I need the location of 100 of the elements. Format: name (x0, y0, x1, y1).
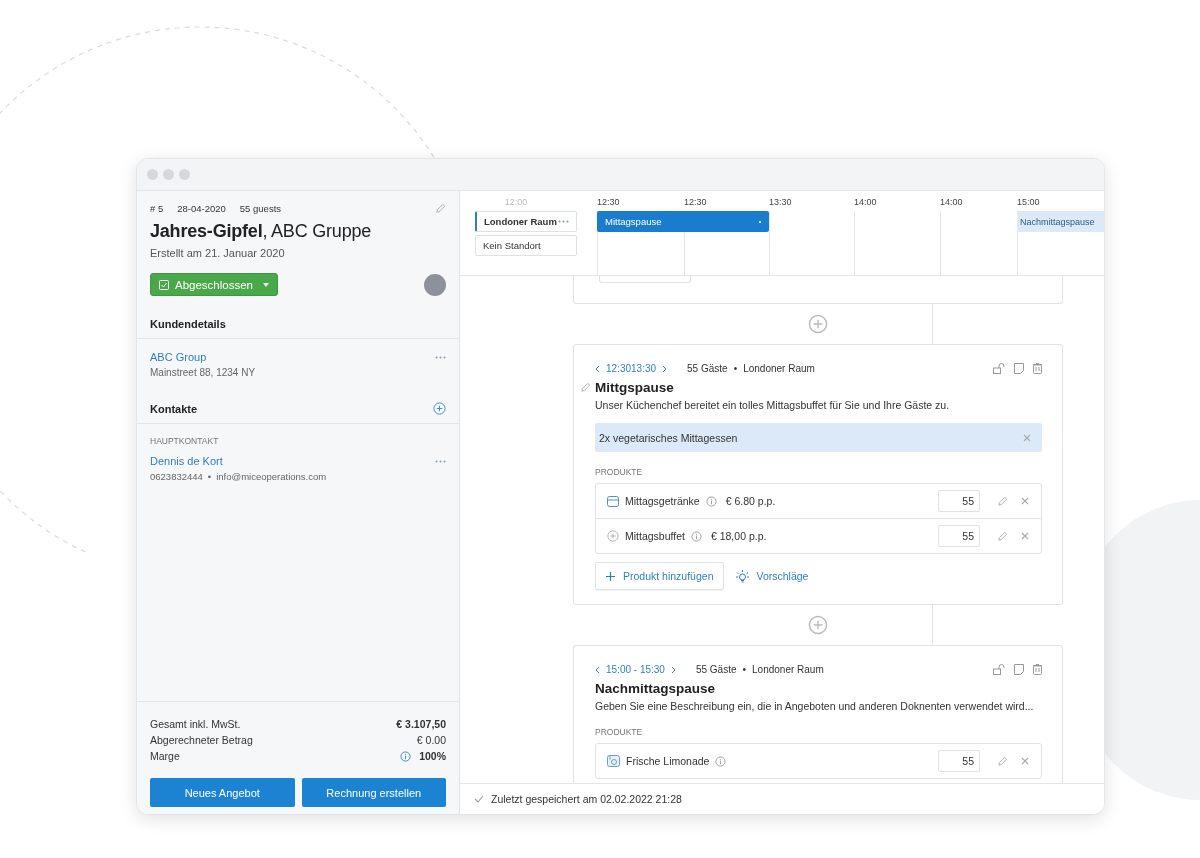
chevron-left-icon[interactable] (595, 665, 600, 674)
offer-title: Jahres-Gipfel, ABC Gruppe (150, 221, 373, 242)
status-dropdown[interactable]: Abgeschlossen (150, 273, 278, 296)
total-label: Gesamt inkl. MwSt. (150, 717, 241, 732)
info-icon[interactable] (715, 755, 727, 767)
time-label: 12:30 (597, 196, 621, 209)
event-description: Geben Sie eine Beschreibung ein, die in Angeboten und anderen Doknenten verwendet wird... (595, 700, 1035, 712)
pencil-icon[interactable] (580, 382, 591, 393)
time-label: 13:30 (769, 196, 793, 209)
info-icon[interactable] (400, 750, 412, 762)
more-options-icon[interactable] (435, 459, 446, 463)
action-button[interactable]: Rechnung erstellen (301, 778, 446, 807)
plus-circle-icon[interactable] (607, 530, 619, 542)
trash-icon[interactable] (1033, 363, 1042, 374)
room-item[interactable]: Kein Standort (475, 235, 577, 256)
guest-count: 55 guests (239, 203, 282, 214)
save-status: Zuletzt gespeichert am 02.02.2022 21:28 (491, 793, 682, 805)
room-item[interactable]: Londoner Raum (475, 211, 577, 232)
product-name: Mittagsgetränke (625, 495, 700, 507)
guest-count: 55 Gäste (695, 664, 737, 675)
close-icon[interactable] (1021, 757, 1029, 765)
plus-icon (606, 571, 615, 581)
product-price: € 18,00 p.p. (710, 530, 767, 542)
event-title: Nachmittagspause (595, 681, 716, 696)
total-label: Abgerechneter Betrag (150, 733, 253, 748)
avatar[interactable] (424, 273, 446, 296)
more-options-icon[interactable] (558, 220, 569, 223)
action-button[interactable]: Neues Angebot (150, 778, 295, 807)
lightbulb-icon (736, 569, 750, 583)
product-price: € 6.80 p.p. (725, 495, 776, 507)
note-text: 2x vegetarisches Mittagessen (599, 431, 738, 444)
separator-dot: • (733, 363, 738, 374)
offer-date: 28-04-2020 (177, 203, 226, 214)
time-label: 14:00 (854, 196, 878, 209)
edit-icon[interactable] (435, 203, 446, 214)
contact-phone: 0623832444 (150, 471, 203, 482)
created-date: Erstellt am 21. Januar 2020 (150, 247, 286, 259)
window-control-dot[interactable] (147, 169, 158, 180)
contact-email: info@miceoperations.com (216, 471, 327, 482)
unlock-icon[interactable] (993, 363, 1005, 374)
time-label: 12:00 (503, 196, 529, 209)
window-control-dot[interactable] (179, 169, 190, 180)
chevron-right-icon[interactable] (670, 665, 676, 674)
drink-box-icon (607, 495, 619, 507)
offer-number: # 5 (150, 203, 164, 214)
event-title: Mittgspause (595, 380, 674, 395)
note-icon[interactable] (1014, 363, 1024, 374)
total-value: € 3.107,50 (396, 717, 446, 732)
info-icon[interactable] (690, 530, 702, 542)
section-heading: Kontakte (150, 402, 198, 415)
quantity-field[interactable]: 55 (938, 750, 980, 772)
section-heading: Kundendetails (137, 296, 459, 339)
guest-count: 55 Gäste (687, 363, 728, 374)
total-value: 100% (419, 749, 446, 764)
close-icon[interactable] (1021, 532, 1029, 540)
note-icon[interactable] (1014, 664, 1024, 675)
more-options-icon[interactable] (435, 355, 446, 359)
window-control-dot[interactable] (163, 169, 174, 180)
add-product-button[interactable]: Produkt hinzufügen (595, 562, 725, 590)
timeline-event[interactable]: Nachmittagspause (1017, 211, 1104, 232)
checkbox-icon (159, 279, 169, 290)
time-range[interactable]: 15:00 - 15:30 (606, 664, 665, 675)
customer-address: Mainstreet 88, 1234 NY (150, 367, 257, 378)
quantity-field[interactable]: 55 (938, 525, 980, 547)
pencil-icon[interactable] (997, 495, 1008, 507)
products-label: PRODUKTE (595, 467, 644, 477)
room-name: Londoner Raum (752, 664, 824, 675)
checkmark-icon (474, 795, 484, 803)
pencil-icon[interactable] (997, 530, 1008, 542)
product-name: Mittagsbuffet (625, 530, 685, 542)
unlock-icon[interactable] (993, 664, 1005, 675)
close-icon[interactable] (1023, 433, 1031, 442)
chevron-right-icon[interactable] (662, 364, 668, 373)
separator-dot: • (742, 664, 747, 675)
info-icon[interactable] (705, 495, 717, 507)
product-name: Frische Limonade (626, 755, 710, 767)
close-icon[interactable] (1021, 497, 1029, 505)
add-circle-icon[interactable] (808, 615, 828, 635)
products-label: PRODUKTE (595, 727, 644, 737)
event-description: Unser Küchenchef bereitet ein tolles Mittagsbuffet für Sie und Ihre Gäste zu. (595, 399, 951, 411)
trash-icon[interactable] (1033, 664, 1042, 675)
add-circle-icon[interactable] (808, 314, 828, 334)
separator-dot: • (207, 471, 212, 482)
caret-icon (263, 282, 269, 287)
timeline-event[interactable]: Mittagspause (597, 211, 769, 232)
chevron-left-icon[interactable] (595, 364, 600, 373)
customer-link[interactable]: ABC Group (150, 351, 207, 363)
contact-label: HAUPTKONTAKT (150, 436, 220, 446)
glass-icon (607, 755, 620, 767)
room-name: Londoner Raum (743, 363, 815, 374)
suggestions-link[interactable]: Vorschläge (736, 569, 809, 583)
quantity-field[interactable]: 55 (938, 490, 980, 512)
pencil-icon[interactable] (997, 755, 1008, 767)
contact-link[interactable]: Dennis de Kort (150, 455, 223, 467)
time-label: 15:00 (1017, 196, 1041, 209)
time-label: 12:30 (684, 196, 708, 209)
add-contact-icon[interactable] (433, 402, 446, 415)
time-range[interactable]: 12:3013:30 (606, 363, 657, 374)
time-label: 14:00 (940, 196, 964, 209)
total-value: € 0.00 (416, 733, 446, 748)
